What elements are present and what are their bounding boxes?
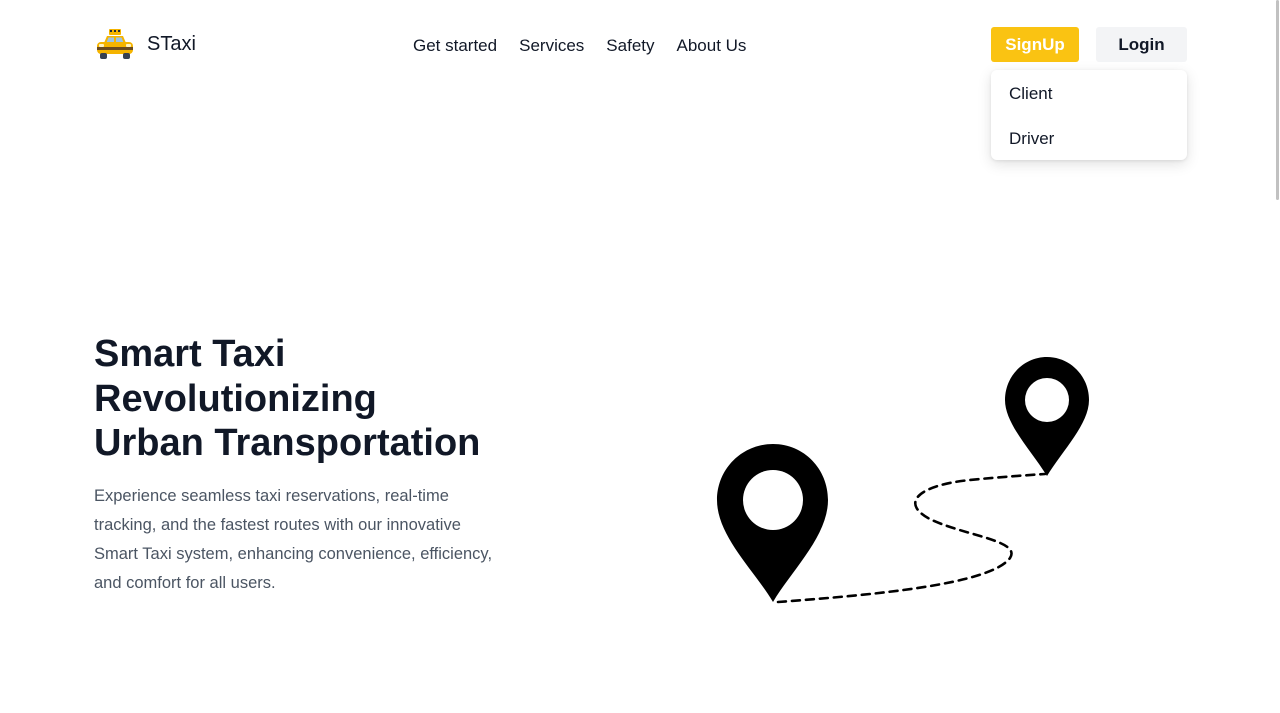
main-nav: Get started Services Safety About Us [413,34,746,58]
signup-dropdown-menu: Client Driver [991,70,1187,160]
hero-title-line: Smart Taxi [94,333,286,375]
dropdown-item-driver[interactable]: Driver [1009,127,1054,151]
brand-name: STaxi [147,32,196,55]
login-button[interactable]: Login [1096,27,1187,62]
brand-logo-link[interactable]: STaxi [94,27,196,61]
dropdown-item-client[interactable]: Client [1009,82,1052,106]
top-navbar: STaxi Get started Services Safety About … [0,0,1280,160]
hero-description-line: and comfort for all users. [94,574,276,592]
large-location-pin-icon [717,444,828,602]
scrollbar-thumb[interactable] [1276,0,1279,200]
signup-button[interactable]: SignUp [991,27,1079,62]
nav-safety[interactable]: Safety [606,34,654,58]
page: STaxi Get started Services Safety About … [0,0,1280,713]
nav-get-started[interactable]: Get started [413,34,497,58]
hero-description-line: Experience seamless taxi reservations, r… [94,487,449,505]
small-location-pin-icon [1005,357,1089,476]
hero-description-line: Smart Taxi system, enhancing convenience… [94,545,493,563]
nav-about-us[interactable]: About Us [677,34,747,58]
hero-description-line: tracking, and the fastest routes with ou… [94,516,461,534]
hero-description: Experience seamless taxi reservations, r… [94,482,524,598]
map-route-pins-icon [717,357,1089,604]
hero-title: Smart Taxi Revolutionizing Urban Transpo… [94,332,564,466]
nav-services[interactable]: Services [519,34,584,58]
hero-title-line: Urban Transportation [94,422,481,464]
page-scrollbar[interactable] [1274,0,1280,713]
taxi-icon [97,29,133,59]
hero-title-line: Revolutionizing [94,377,377,420]
